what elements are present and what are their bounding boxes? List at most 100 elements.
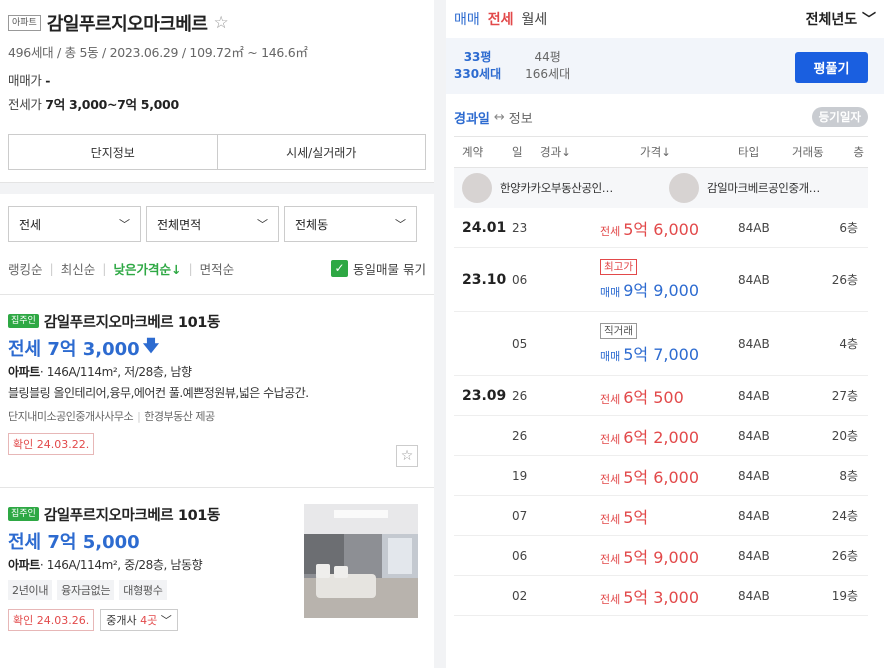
floor: 24층 — [831, 509, 858, 523]
area-option-33[interactable]: 33평 330세대 — [454, 49, 501, 83]
col-dong[interactable]: 거래동 — [792, 144, 842, 160]
trade-type-tabs: 매매 전세 월세 전체년도 ﹀ — [446, 0, 884, 38]
group-same-listings-label: 동일매물 묶기 — [353, 261, 426, 277]
filter-trade-type-label: 전세 — [19, 217, 42, 232]
agents-label: 중개사 — [106, 614, 137, 627]
swap-arrow-icon: ↔ — [493, 109, 505, 125]
sort-area[interactable]: 면적순 — [200, 259, 235, 278]
transaction-kind: 전세 — [600, 224, 621, 238]
price-value: 5억 3,000 — [623, 587, 700, 607]
sort-ranking[interactable]: 랭킹순 — [8, 259, 43, 278]
sort-latest[interactable]: 최신순 — [61, 259, 96, 278]
table-row[interactable]: 05 직거래 매매 5억 7,000 84AB 4층 — [454, 312, 868, 376]
table-row[interactable]: 02 전세 5억 3,000 84AB 19층 — [454, 576, 868, 616]
info-toggle[interactable]: 정보 — [509, 108, 533, 127]
area-selector: 33평 330세대 44평 166세대 평풀기 — [446, 38, 884, 94]
sort-low-price[interactable]: 낮은가격순↓ — [113, 259, 181, 278]
filter-area[interactable]: 전체면적 ﹀ — [146, 206, 279, 242]
property-type-tag: 아파트 — [8, 15, 41, 31]
listing-item[interactable]: 집주인 감일푸르지오마크베르 101동 전세 7억 5,000 아파트· 146… — [0, 487, 434, 668]
tab-market-price[interactable]: 시세/실거래가 — [216, 135, 426, 169]
col-day[interactable]: 일 — [512, 144, 540, 160]
listing-description: 블링블링 올인테리어,융무,에어컨 풀.예쁜정원뷰,넓은 수납공간. — [8, 386, 309, 400]
agent-office-name: 한양카카오부동산공인… — [500, 181, 613, 195]
sort-separator: | — [49, 260, 54, 276]
registration-date-button[interactable]: 등기일자 — [811, 107, 868, 127]
table-row[interactable]: 07 전세 5억 84AB 24층 — [454, 496, 868, 536]
col-type[interactable]: 타입 — [738, 144, 792, 160]
listing-photo[interactable] — [304, 504, 418, 618]
listing-price-row: 전세 7억 3,000 🡇 — [8, 335, 426, 361]
tab-monthly-rent[interactable]: 월세 — [522, 9, 548, 29]
col-price[interactable]: 가격↓ — [600, 144, 738, 160]
jeonse-price-line: 전세가 7억 3,000~7억 5,000 — [8, 94, 426, 112]
year-filter-dropdown[interactable]: 전체년도 ﹀ — [806, 9, 876, 29]
tab-complex-info[interactable]: 단지정보 — [9, 135, 217, 169]
group-same-listings-toggle[interactable]: ✓ 동일매물 묶기 — [331, 259, 426, 278]
transaction-kind: 전세 — [600, 432, 621, 446]
transaction-price: 전세 5억 9,000 — [600, 544, 738, 568]
contract-day: 06 — [512, 272, 528, 287]
transaction-kind: 매매 — [600, 285, 621, 299]
area-option-44[interactable]: 44평 166세대 — [525, 49, 570, 83]
listing-item[interactable]: 집주인 감일푸르지오마크베르 101동 전세 7억 3,000 🡇 아파트· 1… — [0, 295, 434, 487]
contract-day: 06 — [512, 548, 528, 563]
price-value: 5억 — [623, 507, 649, 527]
agent-avatar — [669, 173, 699, 203]
tab-sale[interactable]: 매매 — [454, 9, 480, 29]
chevron-down-icon: ﹀ — [395, 218, 406, 231]
agent-office[interactable]: 감일마크베르공인중개… — [661, 173, 868, 203]
contract-day: 05 — [512, 336, 528, 351]
price-value: 5억 7,000 — [623, 344, 700, 364]
table-row[interactable]: 23.10 06 최고가 매매 9억 9,000 84AB 26층 — [454, 248, 868, 312]
tab-jeonse[interactable]: 전세 — [488, 9, 514, 29]
contract-day: 07 — [512, 508, 528, 523]
filter-dong[interactable]: 전체동 ﹀ — [284, 206, 417, 242]
unit-type: 84AB — [738, 336, 770, 351]
table-row[interactable]: 26 전세 6억 2,000 84AB 20층 — [454, 416, 868, 456]
contract-day: 23 — [512, 220, 528, 235]
listing-agent: 단지내미소공인중개사사무소 | 한경부동산 제공 — [8, 408, 426, 424]
agent-offices-row: 한양카카오부동산공인… 감일마크베르공인중개… — [454, 168, 868, 208]
listing-title-row: 집주인 감일푸르지오마크베르 101동 — [8, 311, 426, 331]
favorite-star-icon[interactable]: ☆ — [396, 445, 418, 467]
favorite-star-icon[interactable]: ☆ — [213, 13, 228, 33]
jeonse-label: 전세가 — [8, 97, 42, 112]
price-value: 5억 6,000 — [623, 467, 700, 487]
transaction-price: 전세 6억 500 — [600, 384, 738, 408]
chevron-down-icon: ﹀ — [257, 218, 268, 231]
direct-deal-badge: 직거래 — [600, 322, 637, 339]
listing-name: 감일푸르지오마크베르 101동 — [43, 314, 220, 331]
listing-price: 전세 7억 3,000 — [8, 339, 140, 360]
price-value: 5억 9,000 — [623, 547, 700, 567]
col-elapsed[interactable]: 경과↓ — [540, 144, 600, 160]
agent-office[interactable]: 한양카카오부동산공인… — [454, 173, 661, 203]
unit-type: 84AB — [738, 588, 770, 603]
transaction-kind: 전세 — [600, 512, 621, 526]
table-row[interactable]: 06 전세 5억 9,000 84AB 26층 — [454, 536, 868, 576]
jeonse-value: 7억 3,000~7억 5,000 — [45, 97, 179, 112]
pyeong-expand-button[interactable]: 평풀기 — [795, 52, 868, 83]
listing-spec-type: 아파트 — [8, 558, 40, 572]
living-room-photo-icon — [304, 504, 418, 618]
contract-month: 23.10 — [462, 271, 507, 288]
transaction-price: 전세 5억 — [600, 504, 738, 528]
listing-name: 감일푸르지오마크베르 101동 — [43, 507, 220, 524]
complex-sub-info: 496세대 / 총 5동 / 2023.06.29 / 109.72㎡ ~ 14… — [8, 45, 308, 60]
sort-bar: 랭킹순 | 최신순 | 낮은가격순↓ | 면적순 ✓ 동일매물 묶기 — [0, 256, 434, 280]
filter-trade-type[interactable]: 전세 ﹀ — [8, 206, 141, 242]
listing-panel: 아파트 감일푸르지오마크베르 ☆ 496세대 / 총 5동 / 2023.06.… — [0, 0, 434, 668]
checkbox-checked-icon[interactable]: ✓ — [331, 259, 349, 277]
col-contract[interactable]: 계약 — [454, 144, 512, 160]
table-row[interactable]: 19 전세 5억 6,000 84AB 8층 — [454, 456, 868, 496]
table-row[interactable]: 23.09 26 전세 6억 500 84AB 27층 — [454, 376, 868, 416]
agents-dropdown-button[interactable]: 중개사 4곳 ﹀ — [100, 609, 178, 631]
unit-type: 84AB — [738, 220, 770, 235]
col-floor[interactable]: 층 — [842, 144, 864, 160]
unit-type: 84AB — [738, 388, 770, 403]
table-row[interactable]: 24.01 23 전세 5억 6,000 84AB 6층 — [454, 208, 868, 248]
contract-day: 02 — [512, 588, 528, 603]
elapsed-days-toggle[interactable]: 경과일 — [454, 108, 490, 127]
panel-divider — [434, 0, 446, 668]
transaction-kind: 전세 — [600, 552, 621, 566]
